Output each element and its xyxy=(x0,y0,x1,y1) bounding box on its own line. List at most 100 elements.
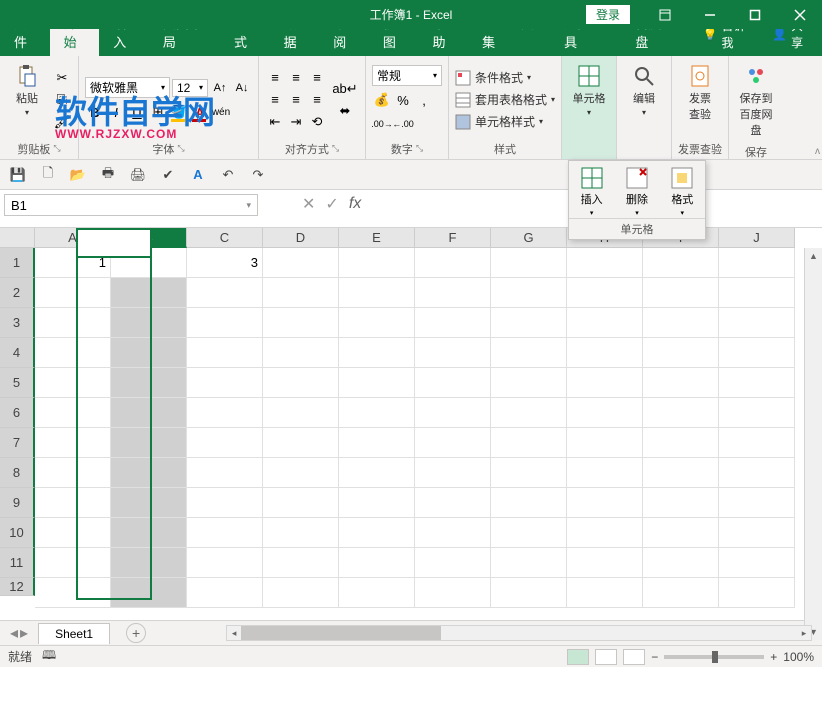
cell[interactable] xyxy=(415,488,491,518)
cell[interactable] xyxy=(415,398,491,428)
insert-cells-button[interactable]: 插入▾ xyxy=(581,167,603,218)
cell[interactable] xyxy=(719,338,795,368)
cell[interactable] xyxy=(567,458,643,488)
cell[interactable] xyxy=(339,518,415,548)
collapse-ribbon-icon[interactable]: ʌ xyxy=(815,146,820,157)
cell[interactable] xyxy=(491,248,567,278)
sort-icon[interactable]: A xyxy=(188,165,208,185)
cell[interactable] xyxy=(415,278,491,308)
cell[interactable] xyxy=(719,398,795,428)
scroll-thumb[interactable] xyxy=(241,626,441,640)
dialog-launcher-icon[interactable]: ⤡ xyxy=(177,143,184,154)
col-header-E[interactable]: E xyxy=(339,228,415,248)
row-header[interactable]: 11 xyxy=(0,548,35,578)
cell[interactable] xyxy=(263,428,339,458)
select-all-corner[interactable] xyxy=(0,228,35,248)
cell[interactable] xyxy=(719,308,795,338)
maximize-icon[interactable] xyxy=(732,0,777,29)
cell[interactable] xyxy=(187,428,263,458)
cell[interactable] xyxy=(719,248,795,278)
cell[interactable] xyxy=(643,578,719,608)
number-format-combo[interactable]: 常规▾ xyxy=(372,65,442,86)
align-middle-icon[interactable]: ≡ xyxy=(286,68,306,88)
cell[interactable] xyxy=(187,308,263,338)
col-header-C[interactable]: C xyxy=(187,228,263,248)
cell[interactable] xyxy=(263,308,339,338)
cell[interactable] xyxy=(339,278,415,308)
wrap-text-icon[interactable]: ab↵ xyxy=(331,79,359,99)
format-cells-button[interactable]: 格式▾ xyxy=(671,167,693,218)
cell[interactable] xyxy=(35,488,111,518)
row-header[interactable]: 1 xyxy=(0,248,35,278)
copy-icon[interactable]: ⎘ xyxy=(52,90,72,110)
cell[interactable] xyxy=(111,548,187,578)
add-sheet-button[interactable]: + xyxy=(126,623,146,643)
scroll-up-icon[interactable]: ▲ xyxy=(805,248,822,264)
table-format-button[interactable]: 套用表格格式▾ xyxy=(455,90,555,109)
cell[interactable] xyxy=(415,578,491,608)
cell[interactable] xyxy=(187,578,263,608)
cell[interactable] xyxy=(567,428,643,458)
row-header[interactable]: 2 xyxy=(0,278,35,308)
cell[interactable] xyxy=(263,398,339,428)
cell[interactable] xyxy=(263,458,339,488)
cell[interactable] xyxy=(643,248,719,278)
cell[interactable] xyxy=(339,398,415,428)
cell[interactable] xyxy=(719,548,795,578)
cell[interactable]: 1 xyxy=(35,248,111,278)
grow-font-icon[interactable]: A↑ xyxy=(210,78,230,98)
cell[interactable] xyxy=(567,338,643,368)
cell[interactable] xyxy=(111,278,187,308)
cell[interactable] xyxy=(187,548,263,578)
cell[interactable] xyxy=(111,248,187,278)
cell[interactable] xyxy=(491,458,567,488)
row-header[interactable]: 12 xyxy=(0,578,35,596)
align-top-icon[interactable]: ≡ xyxy=(265,68,285,88)
cancel-icon[interactable]: ✕ xyxy=(302,194,315,214)
cell[interactable] xyxy=(263,548,339,578)
quick-print-icon[interactable]: 🖨 xyxy=(128,165,148,185)
cell[interactable] xyxy=(415,518,491,548)
cell[interactable] xyxy=(339,458,415,488)
zoom-slider[interactable] xyxy=(664,655,764,659)
underline-icon[interactable]: U xyxy=(127,102,147,122)
cell[interactable] xyxy=(491,338,567,368)
ribbon-options-icon[interactable] xyxy=(642,0,687,29)
cell[interactable] xyxy=(491,368,567,398)
row-header[interactable]: 5 xyxy=(0,368,35,398)
row-header[interactable]: 4 xyxy=(0,338,35,368)
cell[interactable] xyxy=(567,368,643,398)
col-header-D[interactable]: D xyxy=(263,228,339,248)
cut-icon[interactable]: ✂ xyxy=(52,68,72,88)
cell[interactable] xyxy=(187,458,263,488)
close-icon[interactable] xyxy=(777,0,822,29)
cell[interactable] xyxy=(35,278,111,308)
zoom-in-icon[interactable]: + xyxy=(770,650,777,664)
edit-button[interactable]: 编辑 ▾ xyxy=(623,60,665,121)
page-layout-view-icon[interactable] xyxy=(595,649,617,665)
cell[interactable] xyxy=(643,398,719,428)
delete-cells-button[interactable]: 删除▾ xyxy=(626,167,648,218)
new-icon[interactable]: 🗋 xyxy=(38,165,58,185)
format-painter-icon[interactable]: 🖌 xyxy=(52,112,72,132)
spreadsheet-grid[interactable]: A B C D E F G H I J 1 2 3 4 5 6 7 8 9 10… xyxy=(0,228,822,620)
cell[interactable] xyxy=(567,488,643,518)
cell[interactable] xyxy=(643,518,719,548)
cell[interactable] xyxy=(111,488,187,518)
cell[interactable] xyxy=(263,278,339,308)
save-baidu-button[interactable]: 保存到百度网盘 xyxy=(735,60,777,142)
redo-icon[interactable]: ↷ xyxy=(248,165,268,185)
cell[interactable] xyxy=(491,578,567,608)
cell[interactable] xyxy=(491,308,567,338)
cell[interactable] xyxy=(187,518,263,548)
cell[interactable] xyxy=(643,548,719,578)
cell[interactable] xyxy=(643,428,719,458)
sheet-prev-icon[interactable]: ◂ xyxy=(10,623,18,643)
cell[interactable] xyxy=(719,458,795,488)
spellcheck-icon[interactable]: ✔ xyxy=(158,165,178,185)
cell[interactable] xyxy=(719,368,795,398)
align-bottom-icon[interactable]: ≡ xyxy=(307,68,327,88)
border-icon[interactable]: ⊞ xyxy=(148,102,168,122)
scroll-right-icon[interactable]: ▸ xyxy=(797,626,811,640)
align-left-icon[interactable]: ≡ xyxy=(265,90,285,110)
